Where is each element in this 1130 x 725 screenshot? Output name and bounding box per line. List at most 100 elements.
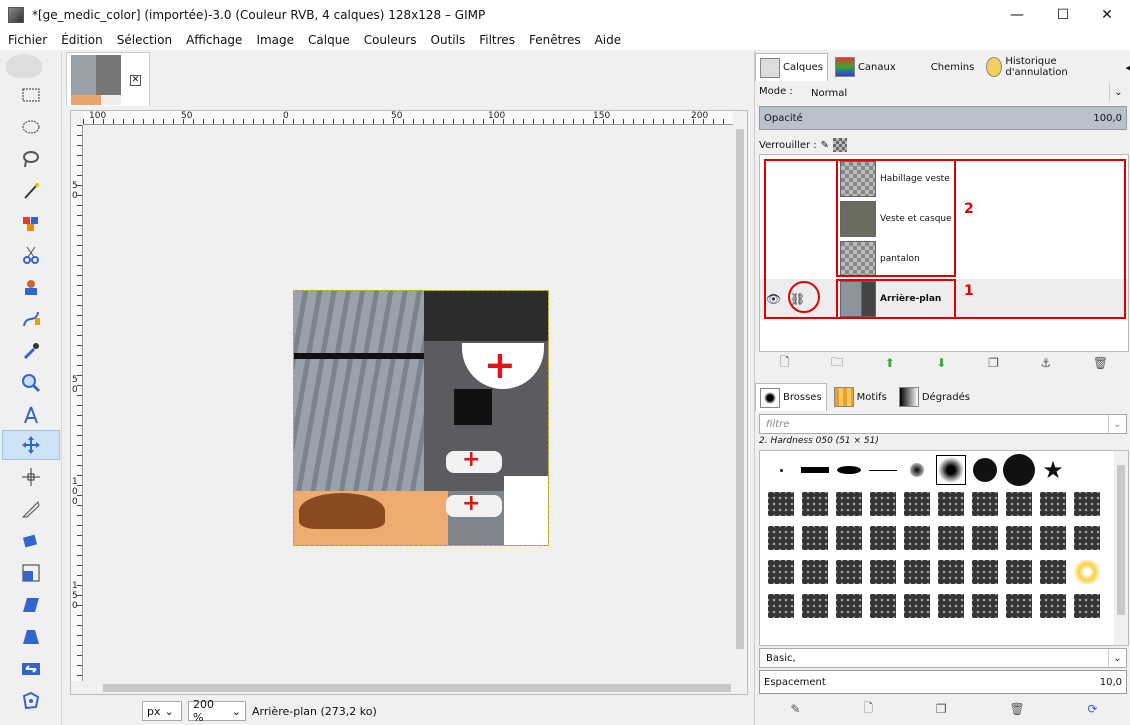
refresh-brushes-icon[interactable]: ⟳ [1088,702,1098,716]
cage-tool[interactable] [14,686,48,716]
brush-preset-select[interactable]: Basic, ⌄ [759,648,1127,668]
perspective-tool[interactable] [14,622,48,652]
texture-image[interactable]: + + + [293,290,549,546]
opacity-slider[interactable]: Opacité 100,0 [759,106,1127,130]
brush-cell[interactable] [968,521,1002,555]
scale-tool[interactable] [14,558,48,588]
tab-motifs[interactable]: Motifs [829,383,892,411]
brush-cell[interactable] [1070,521,1104,555]
brush-filter-input[interactable]: filtre ⌄ [759,414,1127,434]
scroll-thumb[interactable] [103,684,731,692]
brush-cell[interactable] [866,487,900,521]
brush-cell[interactable] [1002,589,1036,623]
brush-cell[interactable] [832,555,866,589]
spacing-slider[interactable]: Espacement 10,0 [759,670,1127,694]
align-tool[interactable] [14,462,48,492]
crop-tool[interactable] [14,494,48,524]
brush-cell[interactable] [1070,453,1104,487]
brush-cell[interactable] [866,453,900,487]
menu-affichage[interactable]: Affichage [186,33,242,47]
delete-brush-icon[interactable]: 🗑 [1009,702,1024,716]
brush-cell[interactable] [1002,521,1036,555]
scroll-thumb[interactable] [1117,465,1125,615]
brush-cell[interactable] [1070,555,1104,589]
canvas[interactable]: + + + [84,126,733,681]
tab-brosses[interactable]: Brosses [755,383,827,411]
brush-cell[interactable] [1036,589,1070,623]
zoom-tool[interactable] [14,368,48,398]
brush-cell[interactable] [798,521,832,555]
brush-cell[interactable] [968,453,1002,487]
brush-cell[interactable] [968,589,1002,623]
brush-cell[interactable] [866,521,900,555]
brush-cell[interactable] [1070,487,1104,521]
lower-layer-icon[interactable]: ⬇ [936,356,946,370]
brush-cell[interactable] [832,521,866,555]
brush-cell[interactable] [764,487,798,521]
dock-menu-icon[interactable]: ◂ [1125,61,1130,74]
brush-cell[interactable] [764,555,798,589]
brush-cell[interactable] [934,487,968,521]
paths-tool[interactable] [14,304,48,334]
brush-cell[interactable] [1036,555,1070,589]
mode-select[interactable]: Normal ⌄ [805,83,1127,103]
free-select-tool[interactable] [14,144,48,174]
brush-cell[interactable] [798,555,832,589]
duplicate-brush-icon[interactable]: ❐ [936,702,947,716]
brush-cell[interactable]: ★ [1036,453,1070,487]
menu-image[interactable]: Image [256,33,294,47]
tab-historique[interactable]: Historique d'annulation [981,53,1101,81]
horizontal-ruler[interactable]: 100 50 0 50 100 150 200 [83,111,733,125]
new-group-icon[interactable]: 🗀 [831,353,843,374]
unit-select[interactable]: px ⌄ [142,701,182,721]
zoom-select[interactable]: 200 % ⌄ [188,698,246,724]
brush-cell[interactable] [934,555,968,589]
brush-cell[interactable] [1002,453,1036,487]
tab-degrades[interactable]: Dégradés [894,383,975,411]
menu-edition[interactable]: Édition [61,33,103,47]
fuzzy-select-tool[interactable] [14,176,48,206]
menu-aide[interactable]: Aide [595,33,622,47]
brush-cell[interactable] [1002,487,1036,521]
edit-brush-icon[interactable]: ✎ [790,702,800,716]
ellipse-select-tool[interactable] [14,112,48,142]
maximize-button[interactable]: ☐ [1040,0,1086,30]
brush-cell[interactable] [798,453,832,487]
brush-cell[interactable] [968,555,1002,589]
rect-select-tool[interactable] [14,80,48,110]
brush-cell[interactable] [764,453,798,487]
scissors-tool[interactable] [14,240,48,270]
brush-cell[interactable] [1002,555,1036,589]
brush-cell[interactable] [900,487,934,521]
image-tab[interactable]: ✕ [66,52,150,106]
brush-cell[interactable] [900,589,934,623]
anchor-icon[interactable]: ⚓ [1041,356,1052,370]
brush-cell[interactable] [832,487,866,521]
menu-outils[interactable]: Outils [431,33,466,47]
brush-cell[interactable] [934,453,968,487]
shear-tool[interactable] [14,590,48,620]
flip-tool[interactable] [14,654,48,684]
menu-fenetres[interactable]: Fenêtres [529,33,581,47]
brushes-scrollbar[interactable] [1114,451,1128,645]
brush-cell[interactable] [866,589,900,623]
brush-cell[interactable] [934,589,968,623]
brush-cell[interactable] [900,521,934,555]
new-brush-icon[interactable]: 🗋 [863,699,873,720]
menu-filtres[interactable]: Filtres [479,33,515,47]
delete-layer-icon[interactable]: 🗑 [1093,356,1108,370]
menu-selection[interactable]: Sélection [117,33,172,47]
scroll-thumb[interactable] [736,129,744,649]
raise-layer-icon[interactable]: ⬆ [885,356,895,370]
tab-chemins[interactable]: Chemins [903,53,980,81]
tab-canaux[interactable]: Canaux [830,53,901,81]
brush-cell[interactable] [798,487,832,521]
tab-calques[interactable]: Calques [755,53,828,81]
brush-lock-icon[interactable]: ✎ [821,140,829,151]
brush-cell[interactable] [832,453,866,487]
brush-cell[interactable] [1036,487,1070,521]
close-button[interactable]: ✕ [1084,0,1130,30]
menu-fichier[interactable]: Fichier [8,33,47,47]
duplicate-layer-icon[interactable]: ❐ [988,356,999,370]
menu-calque[interactable]: Calque [308,33,350,47]
